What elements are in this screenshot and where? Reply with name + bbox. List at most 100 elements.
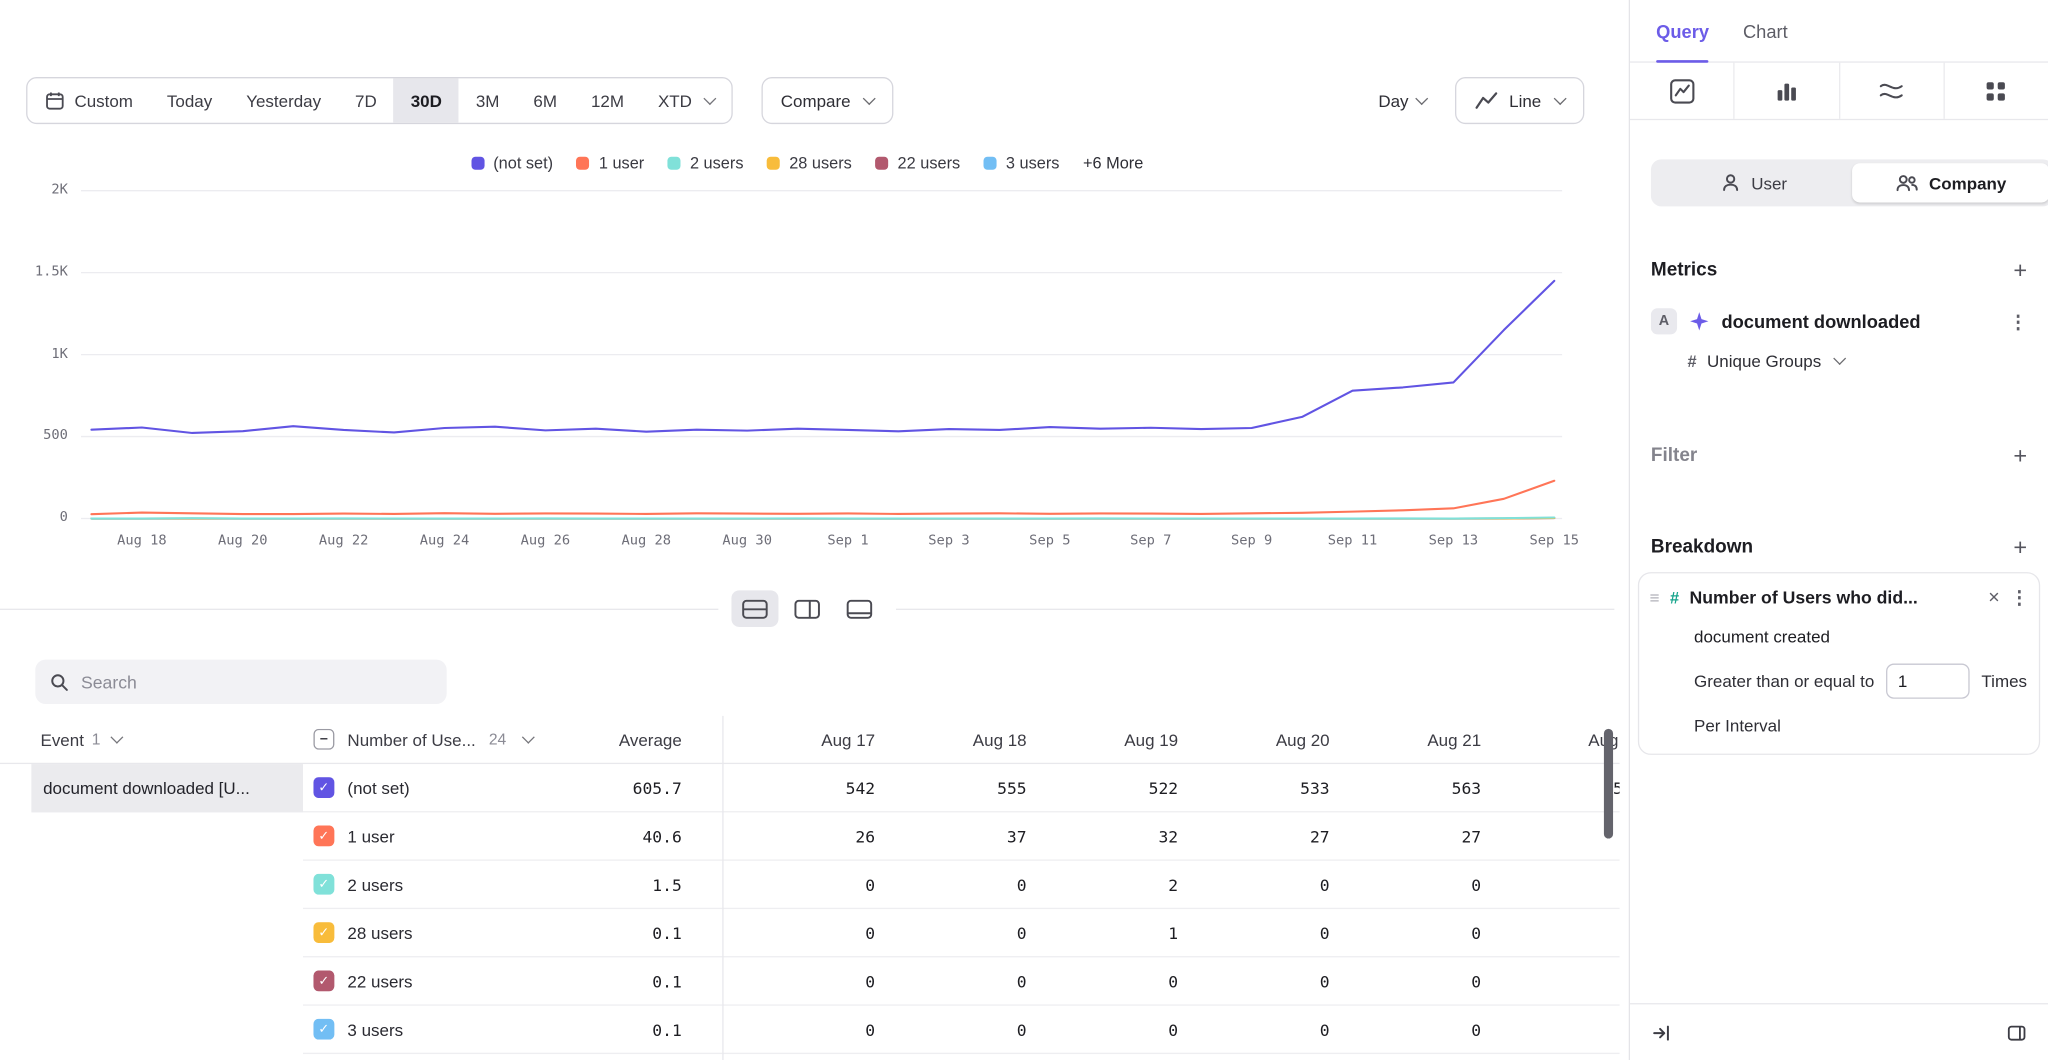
event-cell[interactable]: document downloaded [U... [31, 764, 303, 812]
breakdown-title: Breakdown [1651, 537, 1753, 558]
series-checkbox[interactable]: ✓ [313, 874, 334, 895]
sidebar-panel-icon [2006, 1022, 2027, 1043]
select-all-checkbox[interactable]: – [313, 729, 334, 750]
insights-chart-tile[interactable] [1630, 63, 1735, 119]
average-value: 605.7 [538, 778, 682, 798]
chart-type-label: Line [1509, 91, 1541, 111]
breakdown-event[interactable]: document created [1694, 627, 2028, 647]
compare-button[interactable]: Compare [761, 77, 894, 124]
event-column-cell [0, 909, 303, 957]
drag-handle-icon[interactable]: ≡ [1650, 588, 1660, 608]
bar-chart-tile[interactable] [1735, 63, 1840, 119]
table-row[interactable]: ✓2 users1.5002000 [0, 861, 1620, 909]
table-cell: 0 [1178, 923, 1330, 943]
tab-chart[interactable]: Chart [1743, 0, 1788, 61]
panel-bottom-bar [1630, 1003, 2048, 1060]
chart-type-select[interactable]: Line [1456, 77, 1585, 124]
condition-value-input[interactable] [1886, 664, 1970, 699]
add-filter-icon[interactable]: + [2013, 444, 2027, 468]
series-checkbox[interactable]: ✓ [313, 777, 334, 798]
x-axis-label: Sep 5 [1005, 533, 1094, 549]
tab-query[interactable]: Query [1656, 0, 1709, 61]
range-button-7d[interactable]: 7D [338, 78, 394, 122]
flow-chart-icon [1878, 78, 1904, 104]
metric-card[interactable]: A document downloaded ⋮ # Unique Groups [1630, 282, 2048, 371]
table-cell: 0 [1481, 1019, 1619, 1039]
custom-date-button[interactable]: Custom [27, 78, 150, 122]
average-value: 0.1 [538, 1019, 682, 1039]
average-value: 0.1 [538, 923, 682, 943]
table-cell: 0 [1330, 971, 1482, 991]
close-icon[interactable]: × [1988, 588, 1999, 608]
range-xtd[interactable]: XTD [641, 78, 731, 122]
column-header-date[interactable]: Aug 20 [1178, 729, 1330, 749]
table-cell: 0 [875, 1019, 1027, 1039]
table-row[interactable]: ✓22 users0.1000000 [0, 957, 1620, 1005]
series-checkbox[interactable]: ✓ [313, 825, 334, 846]
event-column-cell [0, 812, 303, 860]
table-cell: 0 [1330, 874, 1482, 894]
search-bar [35, 660, 446, 704]
breakdown-property-name[interactable]: Number of Users who did... [1690, 588, 1978, 608]
range-button-yesterday[interactable]: Yesterday [229, 78, 338, 122]
toggle-sidebar-button[interactable] [2006, 1022, 2027, 1043]
series-label: 3 users [347, 1019, 403, 1039]
range-button-3m[interactable]: 3M [459, 78, 517, 122]
column-header-date[interactable]: Aug 2 [1481, 729, 1619, 749]
group-column-header[interactable]: – Number of Use... 24 [303, 729, 538, 750]
add-breakdown-icon[interactable]: + [2013, 536, 2027, 560]
series-checkbox[interactable]: ✓ [313, 922, 334, 943]
toggle-company[interactable]: Company [1852, 163, 2048, 202]
grid-chart-tile[interactable] [1944, 63, 2048, 119]
layout-bottom-panel-button[interactable] [836, 590, 883, 627]
table-cell: 0 [724, 1019, 876, 1039]
condition-label[interactable]: Greater than or equal to [1694, 671, 1874, 691]
average-column-header[interactable]: Average [538, 729, 682, 749]
x-axis-label: Aug 26 [501, 533, 590, 549]
table-cell: 563 [1330, 778, 1482, 798]
toggle-company-label: Company [1929, 173, 2006, 193]
per-interval-label[interactable]: Per Interval [1694, 716, 2028, 736]
add-metric-icon[interactable]: + [2013, 259, 2027, 283]
xtd-label: XTD [658, 91, 692, 111]
table-cell: 26 [724, 826, 876, 846]
column-header-date[interactable]: Aug 21 [1330, 729, 1482, 749]
collapse-panel-button[interactable] [1651, 1022, 1672, 1043]
column-header-date[interactable]: Aug 17 [724, 729, 876, 749]
search-input[interactable] [81, 672, 432, 692]
range-button-today[interactable]: Today [150, 78, 229, 122]
flow-chart-tile[interactable] [1840, 63, 1945, 119]
y-axis-label: 1.5K [0, 264, 68, 280]
aggregation-select[interactable]: # Unique Groups [1688, 351, 2028, 371]
series-line [91, 281, 1554, 433]
filter-section-header: Filter + [1630, 444, 2048, 468]
vertical-scrollbar[interactable] [1604, 729, 1613, 839]
more-options-icon[interactable]: ⋮ [2009, 310, 2027, 332]
column-header-date[interactable]: Aug 19 [1027, 729, 1179, 749]
event-column-header[interactable]: Event 1 [0, 729, 303, 749]
series-label: (not set) [347, 778, 409, 798]
x-axis-label: Aug 22 [299, 533, 388, 549]
table-row[interactable]: ✓1 user40.626373227272 [0, 812, 1620, 860]
calendar-icon [44, 90, 65, 111]
more-options-icon[interactable]: ⋮ [2010, 586, 2028, 608]
table-body: document downloaded [U... ✓ (not set) 605.7… [0, 764, 1620, 1054]
table-row[interactable]: document downloaded [U... ✓ (not set) 605.7… [0, 764, 1620, 812]
analytics-app: Custom TodayYesterday7D30D3M6M12M XTD Co… [0, 0, 2048, 1060]
user-company-toggle: User Company [1651, 159, 2048, 206]
grid-icon [1983, 78, 2009, 104]
column-header-date[interactable]: Aug 18 [875, 729, 1027, 749]
event-column-cell: document downloaded [U... [0, 764, 303, 812]
toggle-user[interactable]: User [1655, 163, 1852, 202]
table-row[interactable]: ✓28 users0.1001000 [0, 909, 1620, 957]
range-button-30d[interactable]: 30D [394, 78, 459, 122]
range-button-12m[interactable]: 12M [574, 78, 641, 122]
bottom-panel-icon [846, 599, 872, 619]
interval-select[interactable]: Day [1378, 91, 1426, 111]
series-checkbox[interactable]: ✓ [313, 1019, 334, 1040]
layout-split-vertical-button[interactable] [784, 590, 831, 627]
table-row[interactable]: ✓3 users0.1000000 [0, 1006, 1620, 1054]
series-checkbox[interactable]: ✓ [313, 970, 334, 991]
layout-split-horizontal-button[interactable] [731, 590, 778, 627]
range-button-6m[interactable]: 6M [516, 78, 574, 122]
